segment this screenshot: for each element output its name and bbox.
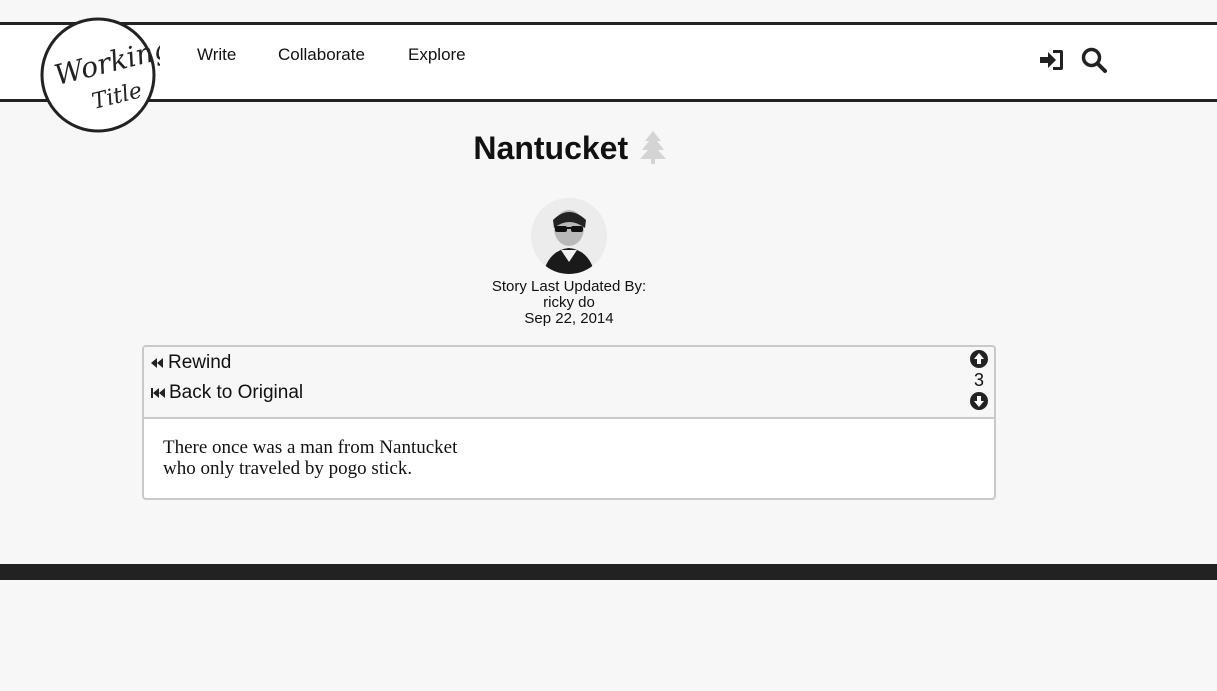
back-to-original-label: Back to Original [169, 382, 304, 403]
story-title: Nantucket [473, 130, 629, 166]
vote-widget: 3 [968, 349, 990, 411]
tree-icon[interactable] [639, 129, 667, 165]
search-icon[interactable] [1080, 46, 1108, 74]
nav-collaborate-link[interactable]: Collaborate [278, 45, 365, 65]
footer-bar [0, 564, 1217, 580]
updated-by-label: Story Last Updated By: [491, 278, 647, 295]
arrow-circle-down-icon[interactable] [969, 391, 989, 411]
working-title-logo[interactable]: Working Title [36, 13, 174, 137]
top-navbar: Working Title Write Collaborate Explore [0, 17, 1217, 133]
nav-explore-link[interactable]: Explore [408, 45, 466, 65]
sign-in-icon[interactable] [1038, 46, 1066, 74]
story-history-bar: Rewind Back to Original 3 [144, 347, 994, 419]
fast-backward-icon [151, 387, 165, 398]
back-to-original-link[interactable]: Back to Original [150, 382, 303, 404]
author-name[interactable]: ricky do [469, 295, 669, 311]
rewind-link[interactable]: Rewind [150, 352, 231, 374]
story-title-row: Nantucket [0, 130, 1140, 167]
updated-date: Sep 22, 2014 [524, 310, 614, 327]
nav-write-link[interactable]: Write [197, 45, 236, 65]
arrow-circle-up-icon[interactable] [969, 349, 989, 369]
author-avatar[interactable] [531, 198, 607, 274]
story-line: who only traveled by pogo stick. [163, 458, 413, 479]
rewind-label: Rewind [168, 352, 232, 373]
story-line: There once was a man from Nantucket [163, 437, 458, 458]
story-text: There once was a man from Nantucket who … [144, 419, 994, 497]
backward-icon [151, 357, 163, 368]
story-meta: Story Last Updated By: ricky do Sep 22, … [469, 279, 669, 327]
vote-count: 3 [973, 370, 984, 390]
header-actions [1038, 46, 1110, 76]
story-panel: Rewind Back to Original 3 There once was… [142, 345, 996, 500]
